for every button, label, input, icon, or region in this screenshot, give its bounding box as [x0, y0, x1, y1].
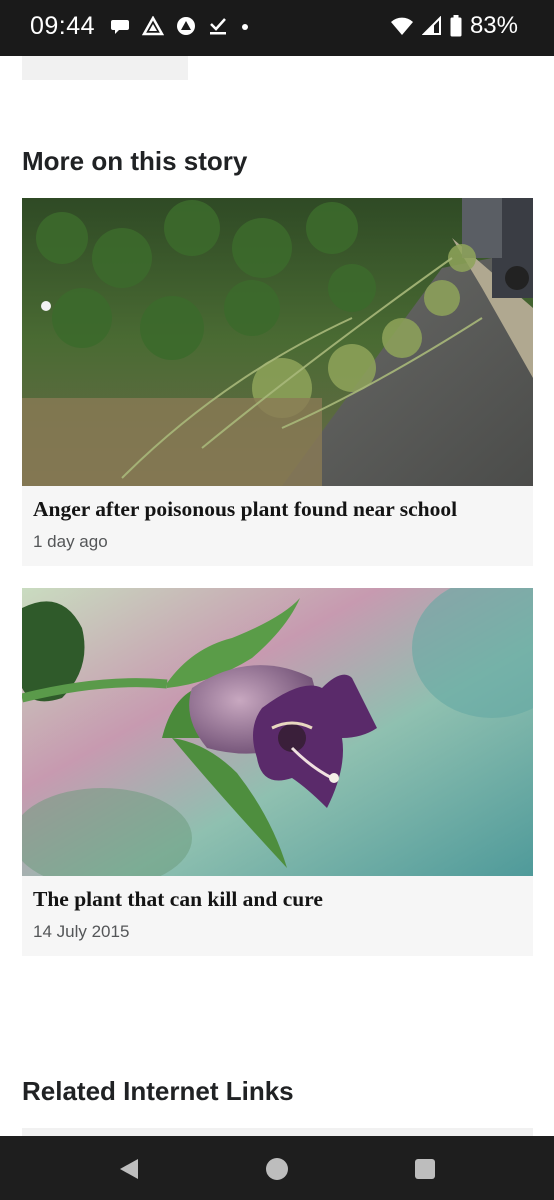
story-image-flower — [22, 588, 533, 876]
related-internet-links-heading: Related Internet Links — [22, 1076, 294, 1106]
system-icons: 83% — [390, 12, 518, 40]
dot-icon — [242, 24, 248, 30]
signal-icon — [421, 16, 441, 35]
story-title[interactable]: The plant that can kill and cure — [22, 876, 533, 912]
battery-percent: 83% — [469, 12, 518, 39]
notification-icons — [110, 16, 250, 36]
check-download-icon — [210, 18, 226, 35]
wifi-icon — [390, 17, 413, 35]
navigation-bar — [0, 1136, 554, 1200]
recents-icon[interactable] — [410, 1154, 440, 1184]
story-title[interactable]: Anger after poisonous plant found near s… — [22, 486, 533, 522]
status-time: 09:44 — [30, 12, 96, 40]
tag-chip[interactable] — [22, 56, 188, 80]
story-card[interactable]: The plant that can kill and cure 14 July… — [22, 588, 533, 956]
message-icon — [111, 20, 129, 34]
drive-icon — [142, 16, 164, 36]
story-date: 1 day ago — [33, 532, 108, 551]
back-icon[interactable] — [114, 1154, 144, 1184]
story-card[interactable]: Anger after poisonous plant found near s… — [22, 198, 533, 566]
story-date: 14 July 2015 — [33, 922, 130, 941]
vpn-icon — [177, 17, 195, 35]
story-image-roadside — [22, 198, 533, 486]
more-on-this-story-heading: More on this story — [22, 146, 248, 176]
battery-icon — [450, 15, 462, 37]
status-bar: 09:44 83% — [0, 0, 554, 56]
home-icon[interactable] — [262, 1154, 292, 1184]
